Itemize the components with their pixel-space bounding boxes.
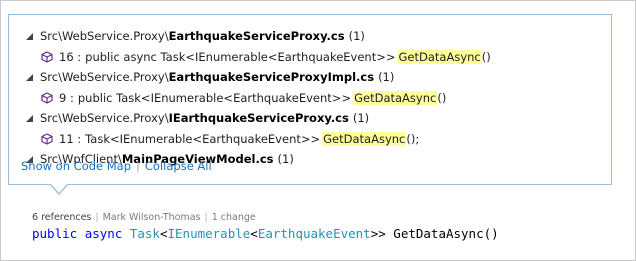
reference-count: (1) <box>352 111 370 126</box>
reference-signature: public async Task<IEnumerable<Earthquake… <box>85 49 396 64</box>
reference-item[interactable]: 11 : Task<IEnumerable<EarthquakeEvent>> … <box>25 129 603 150</box>
match-highlight: GetDataAsync <box>397 49 482 64</box>
file-path: Src\WebService.Proxy\ <box>40 29 169 44</box>
popup-pointer-fill <box>51 184 67 193</box>
method-cube-icon <box>41 92 53 104</box>
file-path: Src\WebService.Proxy\ <box>40 111 169 126</box>
expanded-triangle-icon[interactable] <box>25 31 35 41</box>
type-ienumerable: IEnumerable <box>167 226 251 241</box>
file-node[interactable]: Src\WebService.Proxy\ IEarthquakeServiceP… <box>25 108 603 129</box>
reference-count: (1) <box>277 152 294 167</box>
changes-indicator[interactable]: 1 change <box>212 212 256 223</box>
references-popup: Src\WebService.Proxy\ EarthquakeServicePr… <box>8 14 612 185</box>
codelens-separator: | <box>95 212 99 223</box>
generic-open: < <box>159 226 168 241</box>
file-name: IEarthquakeServiceProxy.cs <box>168 111 349 126</box>
expanded-triangle-icon[interactable] <box>25 113 35 123</box>
references-tree: Src\WebService.Proxy\ EarthquakeServicePr… <box>25 26 603 170</box>
collapse-all-link[interactable]: Collapse All <box>145 159 212 173</box>
reference-count: (1) <box>348 29 365 44</box>
file-node[interactable]: Src\WebService.Proxy\ EarthquakeServicePr… <box>25 67 603 88</box>
keyword-async: async <box>84 226 123 241</box>
type-earthquake-event: EarthquakeEvent <box>257 226 371 241</box>
reference-signature: public Task<IEnumerable<EarthquakeEvent>… <box>77 90 352 105</box>
match-highlight: GetDataAsync <box>322 131 407 146</box>
generic-open: < <box>250 226 258 241</box>
references-indicator[interactable]: 6 references <box>32 212 91 223</box>
reference-count: (1) <box>378 70 395 85</box>
keyword-public: public <box>32 226 78 241</box>
method-cube-icon <box>41 51 53 63</box>
reference-suffix: () <box>481 49 491 64</box>
reference-item[interactable]: 9 : public Task<IEnumerable<EarthquakeEv… <box>25 88 603 109</box>
codelens-bar: 6 references | Mark Wilson-Thomas | 1 change <box>32 212 256 223</box>
expanded-triangle-icon[interactable] <box>25 72 35 82</box>
match-highlight: GetDataAsync <box>353 90 438 105</box>
show-on-code-map-link[interactable]: Show on Code Map <box>21 159 131 173</box>
reference-item[interactable]: 16 : public async Task<IEnumerable<Earth… <box>25 47 603 68</box>
code-line[interactable]: public async Task<IEnumerable<Earthquake… <box>32 226 499 241</box>
author-indicator[interactable]: Mark Wilson-Thomas <box>103 212 201 223</box>
line-number: 9 : <box>59 90 74 105</box>
codelens-separator: | <box>204 212 208 223</box>
type-task: Task <box>129 226 160 241</box>
file-name: EarthquakeServiceProxyImpl.cs <box>168 70 375 85</box>
link-separator: | <box>136 159 140 173</box>
code-tail: >> GetDataAsync() <box>370 226 499 241</box>
line-number: 11 : <box>59 131 82 146</box>
line-number: 16 : <box>59 49 82 64</box>
file-node[interactable]: Src\WebService.Proxy\ EarthquakeServicePr… <box>25 26 603 47</box>
reference-suffix: (); <box>406 131 420 146</box>
file-name: EarthquakeServiceProxy.cs <box>168 29 345 44</box>
popup-links: Show on Code Map | Collapse All <box>21 159 212 173</box>
reference-suffix: () <box>437 90 447 105</box>
method-cube-icon <box>41 133 53 145</box>
file-path: Src\WebService.Proxy\ <box>40 70 169 85</box>
reference-signature: Task<IEnumerable<EarthquakeEvent>> <box>85 131 321 146</box>
